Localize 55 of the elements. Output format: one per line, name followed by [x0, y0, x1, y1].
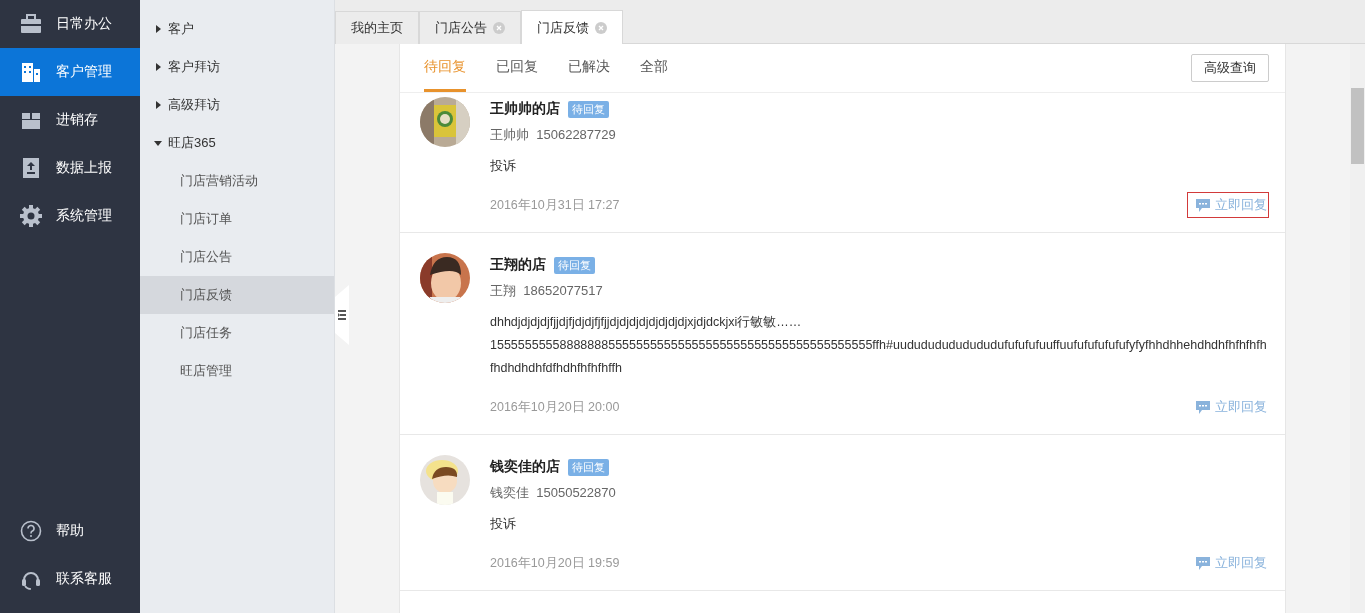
status-badge: 待回复: [568, 100, 609, 118]
submenu-item[interactable]: 旺店管理: [140, 352, 334, 390]
caret-icon: [154, 139, 162, 147]
nav-item[interactable]: 数据上报: [0, 144, 140, 192]
advanced-search-button[interactable]: 高级查询: [1191, 54, 1269, 82]
store-name: 钱奕佳的店: [490, 458, 560, 476]
submenu-item[interactable]: 高级拜访: [140, 86, 334, 124]
briefcase-icon: [20, 13, 42, 35]
nav-item[interactable]: 客户管理: [0, 48, 140, 96]
feedback-time: 2016年10月20日 20:00: [490, 398, 620, 416]
nav-item[interactable]: 帮助: [0, 507, 140, 555]
submenu-item[interactable]: 客户: [140, 10, 334, 48]
filter-tab[interactable]: 全部: [640, 44, 668, 92]
caret-icon: [154, 25, 162, 33]
nav-item[interactable]: 联系客服: [0, 555, 140, 603]
close-icon[interactable]: [493, 22, 505, 34]
settings-icon: [20, 205, 42, 227]
submenu-item[interactable]: 客户拜访: [140, 48, 334, 86]
contact-info: 钱奕佳 15050522870: [490, 484, 617, 502]
filter-tab[interactable]: 已回复: [496, 44, 538, 92]
submenu-item[interactable]: 门店任务: [140, 314, 334, 352]
help-icon: [20, 520, 42, 542]
upload-icon: [20, 157, 42, 179]
filter-tab[interactable]: 已解决: [568, 44, 610, 92]
nav-item[interactable]: 日常办公: [0, 0, 140, 48]
scrollbar-thumb[interactable]: [1351, 88, 1364, 164]
status-badge: 待回复: [554, 256, 595, 274]
close-icon[interactable]: [595, 21, 607, 34]
feedback-time: 2016年10月31日 17:27: [490, 196, 620, 214]
page-tab[interactable]: 门店反馈: [521, 10, 623, 44]
caret-icon: [154, 63, 162, 71]
status-badge: 待回复: [568, 458, 609, 476]
store-name: 王翔的店: [490, 256, 546, 274]
nav-item[interactable]: 进销存: [0, 96, 140, 144]
feedback-time: 2016年10月20日 19:59: [490, 554, 620, 572]
feedback-content: 投诉: [490, 158, 517, 175]
comment-icon: [1196, 556, 1210, 570]
nav-item[interactable]: 系统管理: [0, 192, 140, 240]
building-icon: [20, 61, 42, 83]
submenu-item[interactable]: 门店反馈: [140, 276, 334, 314]
collapse-icon: [338, 310, 346, 320]
submenu-item[interactable]: 门店订单: [140, 200, 334, 238]
caret-icon: [154, 101, 162, 109]
comment-icon: [1196, 198, 1210, 212]
submenu-item[interactable]: 门店营销活动: [140, 162, 334, 200]
feedback-content: dhhdjdjdjdjfjjdjfjdjdjfjfjjdjdjdjdjdjdjdjdjxjdjdckjxi行敏敏…… 1555555555888888855555555555555555555555555555555555555ffh#uudududududududufufufufuuffuufufufufufufyfyfhhdhhehdhdhfhfhfhfhfhdhdhdhfdfhdhfhfhfhffh: [490, 314, 1268, 377]
contact-info: 王翔 18652077517: [490, 282, 604, 300]
submenu-item[interactable]: 旺店365: [140, 124, 334, 162]
page-tab[interactable]: 门店公告: [419, 11, 521, 44]
feedback-content: 投诉: [490, 516, 517, 533]
comment-icon: [1196, 400, 1210, 414]
store-name: 王帅帅的店: [490, 100, 560, 118]
submenu-item[interactable]: 门店公告: [140, 238, 334, 276]
contact-info: 王帅帅 15062287729: [490, 126, 617, 144]
page-tab[interactable]: 我的主页: [335, 11, 419, 44]
